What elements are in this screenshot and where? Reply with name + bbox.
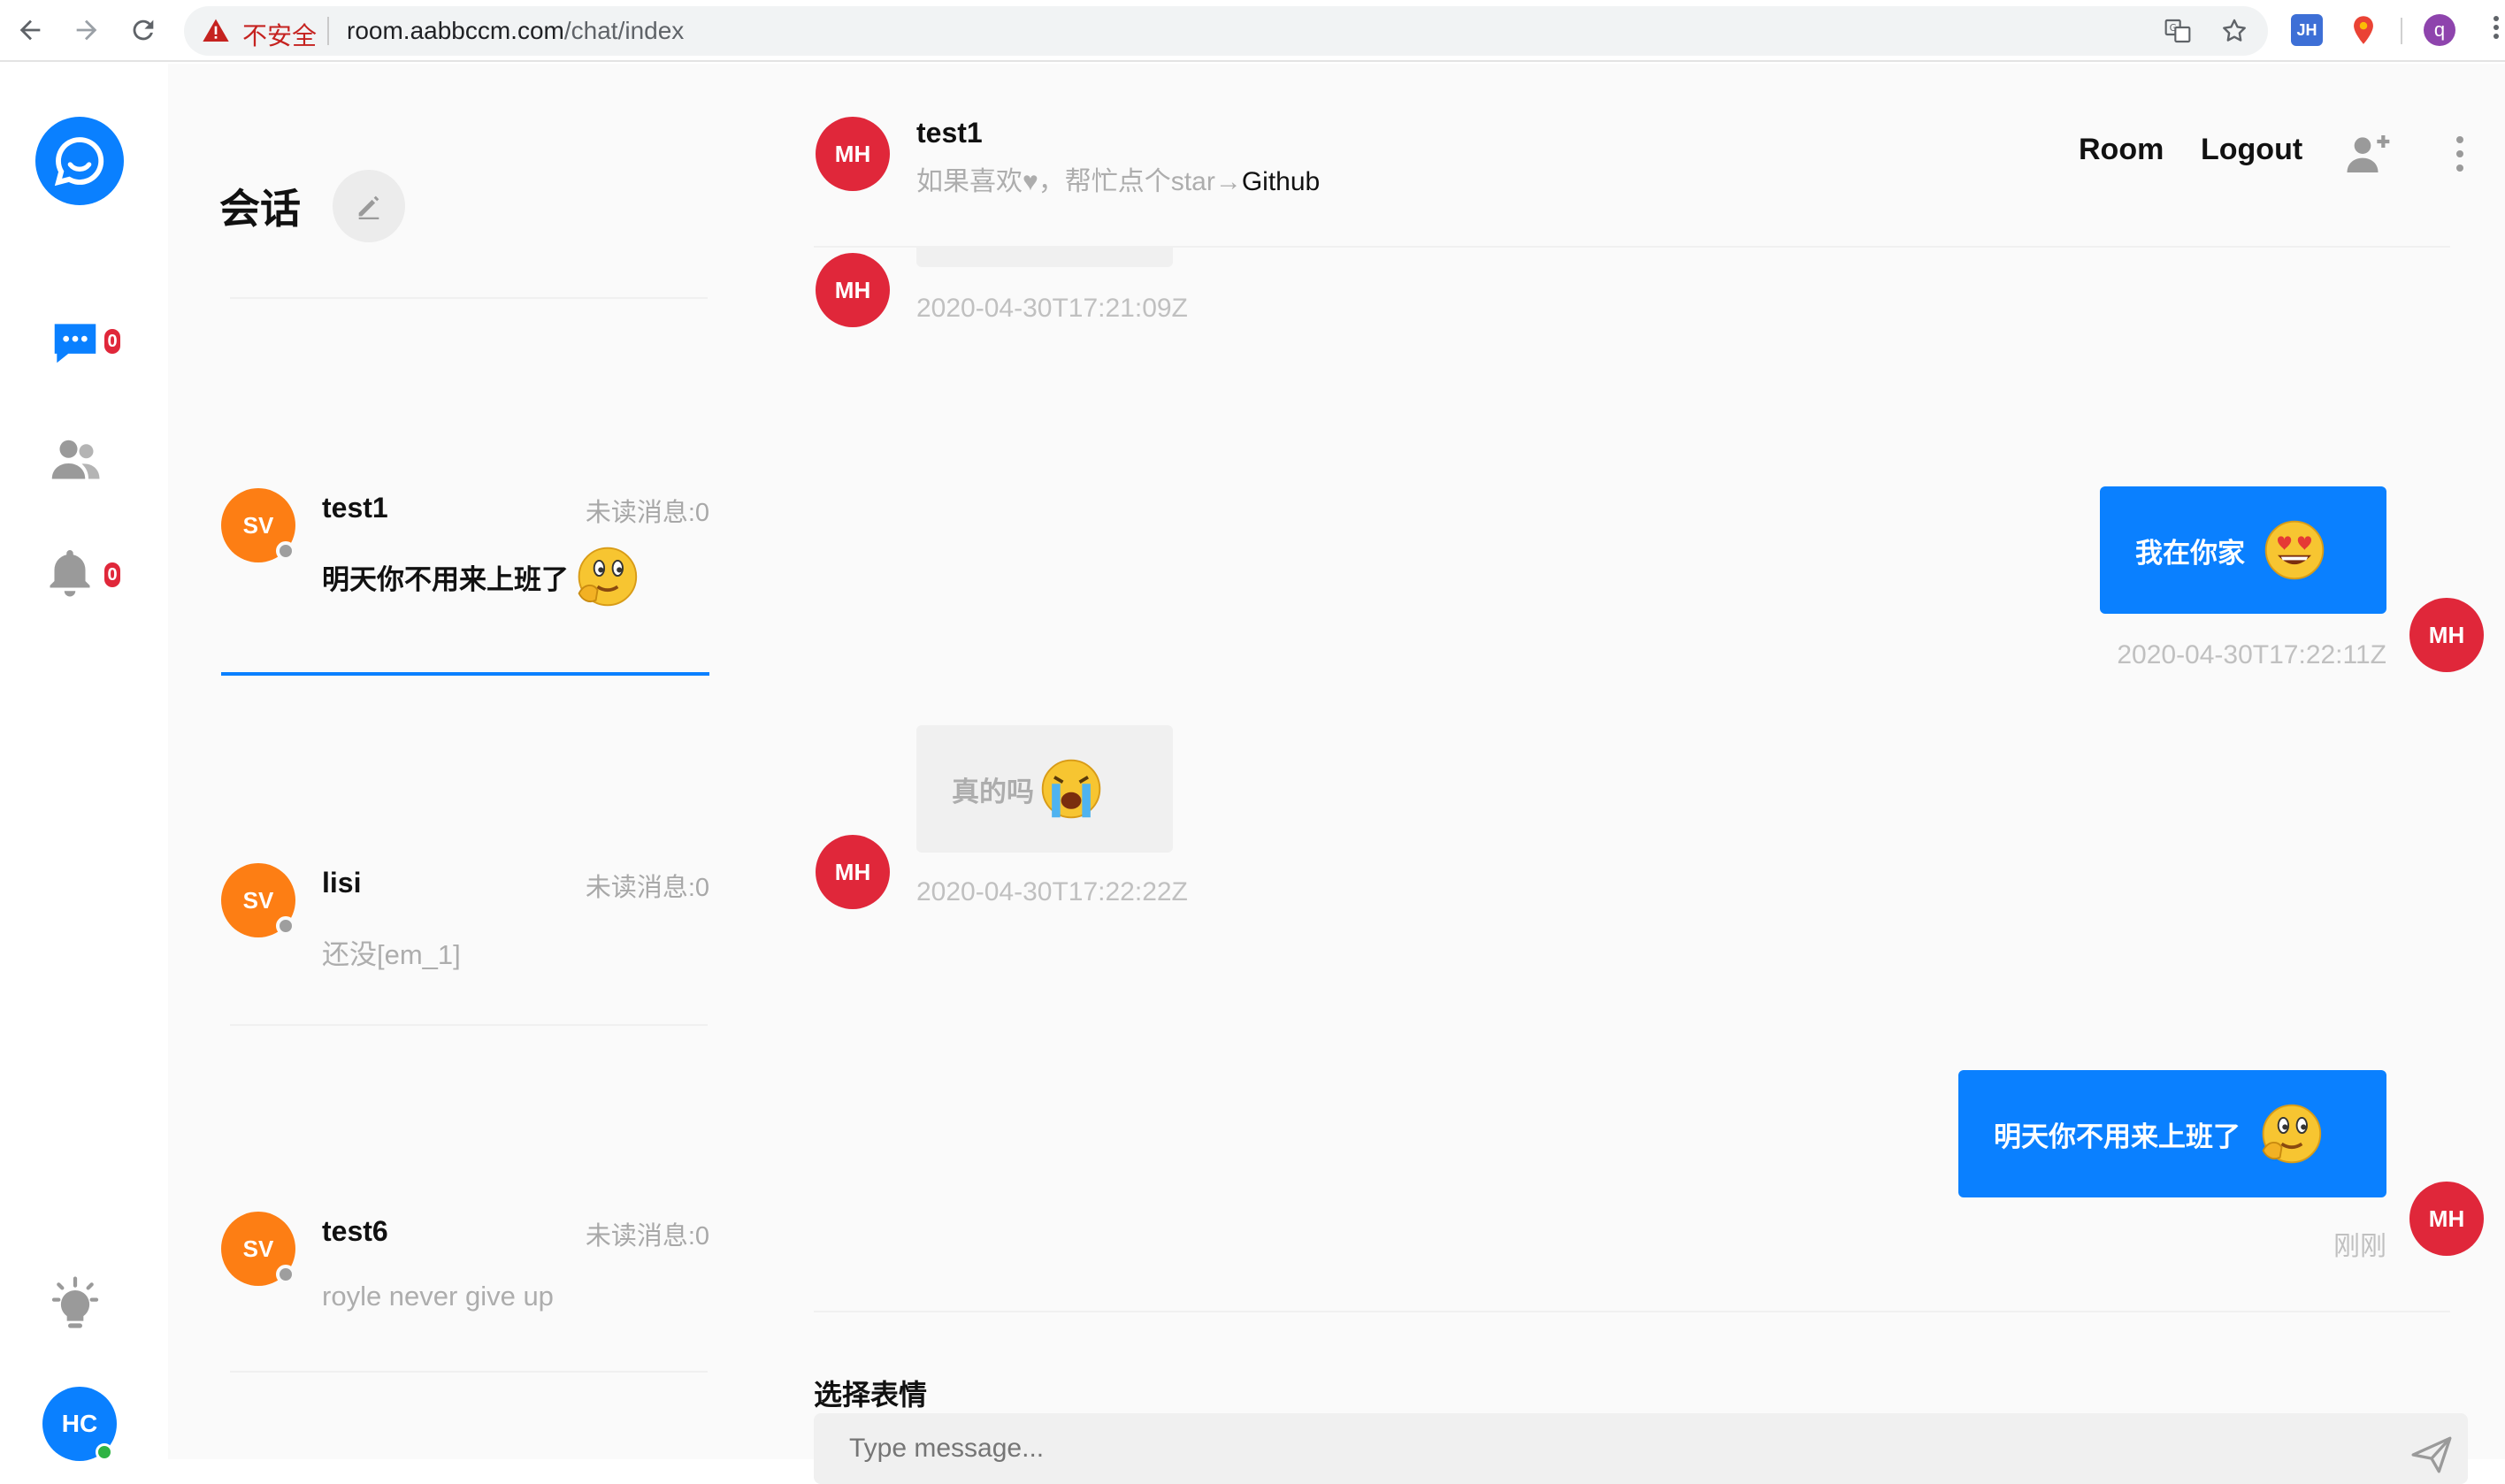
last-message: 还没[em_1]: [322, 939, 461, 970]
message-bubble: 我在你家: [2100, 486, 2386, 614]
github-link[interactable]: Github: [1242, 167, 1320, 196]
page-title: 会话: [219, 186, 301, 232]
address-bar[interactable]: 不安全 room.aabbccm.com/chat/index G: [184, 6, 2268, 56]
divider: [230, 1371, 708, 1373]
user-online-indicator: [96, 1443, 113, 1461]
new-chat-button[interactable]: [333, 170, 405, 242]
message-timestamp: 2020-04-30T17:21:09Z: [916, 294, 1188, 323]
chat-subtitle: 如果喜欢♥，帮忙点个star→Github: [916, 159, 1320, 198]
profile-avatar[interactable]: q: [2424, 14, 2455, 46]
more-options-icon[interactable]: [2454, 131, 2466, 179]
chrome-menu-icon[interactable]: [2491, 12, 2501, 48]
back-button[interactable]: [11, 11, 50, 50]
last-message-text: 明天你不用来上班了: [322, 563, 569, 595]
message-avatar: MH: [816, 253, 890, 327]
divider: [230, 297, 708, 299]
message-text: 明天你不用来上班了: [1994, 1121, 2241, 1152]
bookmark-star-icon[interactable]: [2218, 15, 2250, 47]
send-icon[interactable]: [2409, 1433, 2454, 1477]
arrow-right-icon: [76, 19, 97, 41]
unread-count: 未读消息:0: [585, 499, 709, 527]
message-timestamp: 2020-04-30T17:22:11Z: [2117, 640, 2386, 669]
location-pin-icon[interactable]: [2348, 14, 2379, 46]
divider: [230, 1024, 708, 1026]
message-timestamp: 2020-04-30T17:22:22Z: [916, 877, 1188, 906]
message-timestamp: 刚刚: [2333, 1232, 2386, 1261]
toolbar-separator: [2401, 18, 2402, 44]
conversation-name: lisi: [322, 867, 362, 899]
arrow-left-icon: [19, 19, 41, 41]
status-dot: [276, 1265, 295, 1284]
thinking-emoji-icon: [578, 547, 638, 607]
crying-emoji-icon: [1041, 759, 1101, 819]
footer-divider: [814, 1311, 2450, 1312]
app-logo[interactable]: [35, 117, 124, 205]
message-avatar: MH: [816, 835, 890, 909]
nav-friends[interactable]: [44, 428, 106, 490]
chat-panel: MH test1 如果喜欢♥，帮忙点个star→Github Room Logo…: [761, 64, 2505, 1484]
conversation-item-lisi[interactable]: SV lisi 未读消息:0 还没[em_1]: [221, 863, 709, 1005]
message-bubble: 真的吗: [916, 725, 1173, 853]
unread-count: 未读消息:0: [585, 874, 709, 902]
chat-title: test1: [916, 117, 983, 149]
conversation-name: test1: [322, 492, 388, 524]
lightbulb-icon: [51, 1276, 99, 1328]
translate-icon[interactable]: G: [2162, 15, 2194, 47]
last-message: 明天你不用来上班了: [322, 543, 640, 610]
message-text: 真的吗: [952, 776, 1034, 807]
bell-icon: [50, 550, 90, 597]
message-avatar: MH: [2409, 598, 2484, 672]
nav-notifications[interactable]: [39, 541, 101, 603]
url-path: /chat/index: [563, 17, 685, 44]
conversation-sidebar: 会话 SV test1 未读消息:0 明天你不用来上班了 SV lisi 未读消…: [168, 64, 761, 1459]
message-bubble: 明天你不用来上班了: [1958, 1070, 2386, 1197]
message-input[interactable]: [849, 1429, 2353, 1468]
reload-button[interactable]: [124, 11, 163, 50]
message-text: 我在你家: [2135, 537, 2245, 569]
extension-jh[interactable]: JH: [2291, 14, 2323, 46]
url-text[interactable]: room.aabbccm.com/chat/index: [347, 17, 684, 45]
url-host: room.aabbccm.com: [347, 17, 564, 44]
room-link[interactable]: Room: [2079, 133, 2164, 167]
unread-count: 未读消息:0: [585, 1222, 709, 1251]
nav-chats[interactable]: [44, 311, 106, 373]
last-message: royle never give up: [322, 1281, 554, 1312]
notifications-badge: 0: [104, 562, 120, 587]
warning-icon: [203, 19, 229, 42]
status-dot: [276, 541, 295, 561]
logout-link[interactable]: Logout: [2201, 133, 2302, 167]
conversation-item-test6[interactable]: SV test6 未读消息:0 royle never give up: [221, 1212, 709, 1353]
thinking-emoji-icon: [2262, 1104, 2322, 1164]
forward-button[interactable]: [67, 11, 106, 50]
chat-dots-icon: [54, 324, 96, 363]
browser-toolbar: 不安全 room.aabbccm.com/chat/index G JH q: [0, 0, 2505, 62]
chats-badge: 0: [104, 329, 120, 354]
reload-icon: [133, 19, 154, 41]
insecure-label[interactable]: 不安全: [242, 17, 317, 52]
conversation-name: test6: [322, 1215, 388, 1247]
svg-text:G: G: [2170, 22, 2177, 34]
add-user-icon[interactable]: [2344, 129, 2394, 179]
nav-rail: 0 0 HC: [0, 64, 168, 1461]
heart-eyes-emoji-icon: [2264, 520, 2325, 580]
message-avatar: MH: [2409, 1182, 2484, 1256]
conversation-item-test1[interactable]: SV test1 未读消息:0 明天你不用来上班了: [221, 488, 709, 683]
chat-bubble-logo-icon: [54, 137, 104, 187]
pencil-icon: [358, 195, 379, 220]
emoji-picker-toggle[interactable]: 选择表情: [814, 1373, 927, 1413]
message-bubble: [916, 246, 1173, 267]
omnibox-separator: [327, 17, 329, 45]
users-icon: [51, 440, 100, 479]
message-input-box: [814, 1413, 2468, 1484]
chat-header-avatar[interactable]: MH: [816, 117, 890, 191]
active-conversation-indicator: [221, 672, 709, 676]
status-dot: [276, 916, 295, 936]
theme-toggle[interactable]: [44, 1274, 106, 1335]
chat-subtitle-text: 如果喜欢♥，帮忙点个star→: [916, 167, 1242, 196]
